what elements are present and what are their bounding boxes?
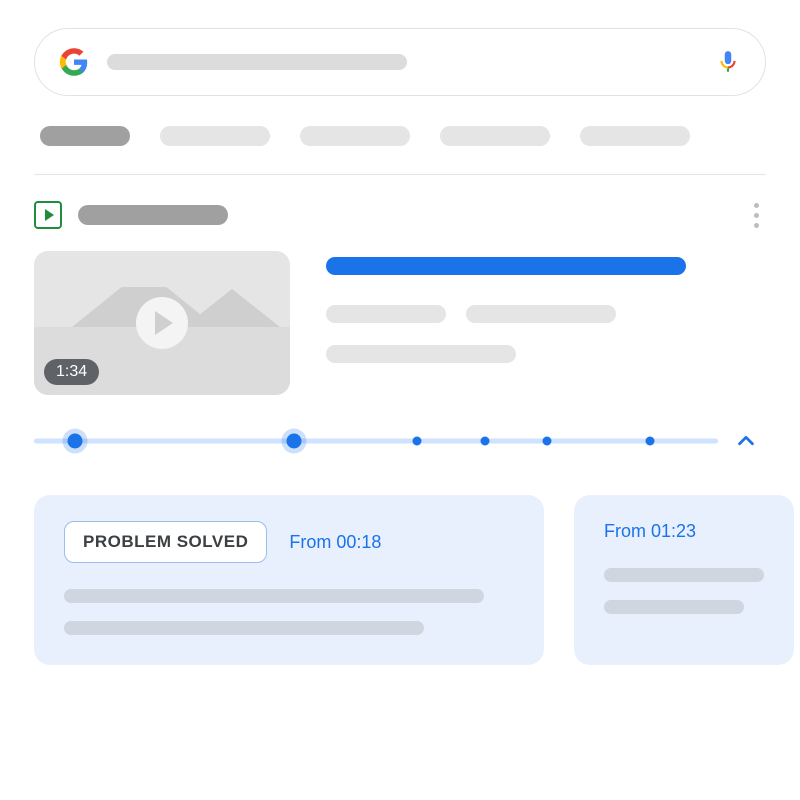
search-query-placeholder	[107, 54, 407, 70]
play-icon	[136, 297, 188, 349]
divider	[34, 174, 766, 175]
timeline-marker[interactable]	[481, 437, 490, 446]
microphone-icon[interactable]	[715, 49, 741, 75]
timeline-track	[34, 439, 718, 444]
search-tab[interactable]	[40, 126, 130, 146]
key-moments-cards: PROBLEM SOLVED From 00:18 From 01:23	[34, 495, 766, 665]
video-meta-placeholder	[326, 345, 516, 363]
moment-text-placeholder	[604, 600, 744, 614]
video-metadata	[326, 251, 766, 395]
timeline-marker[interactable]	[413, 437, 422, 446]
key-moments-timeline[interactable]	[34, 429, 718, 453]
key-moment-card[interactable]: From 01:23	[574, 495, 794, 665]
timeline-marker[interactable]	[543, 437, 552, 446]
collapse-moments-button[interactable]	[726, 421, 766, 461]
moment-chip: PROBLEM SOLVED	[64, 521, 267, 563]
google-logo-icon	[59, 47, 89, 77]
video-duration: 1:34	[44, 359, 99, 385]
moment-text-placeholder	[64, 621, 424, 635]
more-options-button[interactable]	[746, 203, 766, 228]
video-badge-icon	[34, 201, 62, 229]
search-tab[interactable]	[440, 126, 550, 146]
moment-text-placeholder	[604, 568, 764, 582]
moment-timestamp: From 00:18	[289, 532, 381, 553]
search-bar[interactable]	[34, 28, 766, 96]
search-tab[interactable]	[580, 126, 690, 146]
video-meta-placeholder	[466, 305, 616, 323]
chevron-up-icon	[735, 430, 757, 452]
search-tab[interactable]	[160, 126, 270, 146]
video-title-placeholder[interactable]	[326, 257, 686, 275]
moment-timestamp: From 01:23	[604, 521, 696, 542]
search-tabs	[34, 126, 766, 146]
video-meta-placeholder	[326, 305, 446, 323]
video-source-placeholder	[78, 205, 228, 225]
video-result: 1:34	[34, 201, 766, 665]
timeline-marker[interactable]	[645, 437, 654, 446]
search-tab[interactable]	[300, 126, 410, 146]
video-thumbnail[interactable]: 1:34	[34, 251, 290, 395]
timeline-marker[interactable]	[68, 434, 83, 449]
key-moment-card[interactable]: PROBLEM SOLVED From 00:18	[34, 495, 544, 665]
timeline-marker[interactable]	[286, 434, 301, 449]
moment-text-placeholder	[64, 589, 484, 603]
